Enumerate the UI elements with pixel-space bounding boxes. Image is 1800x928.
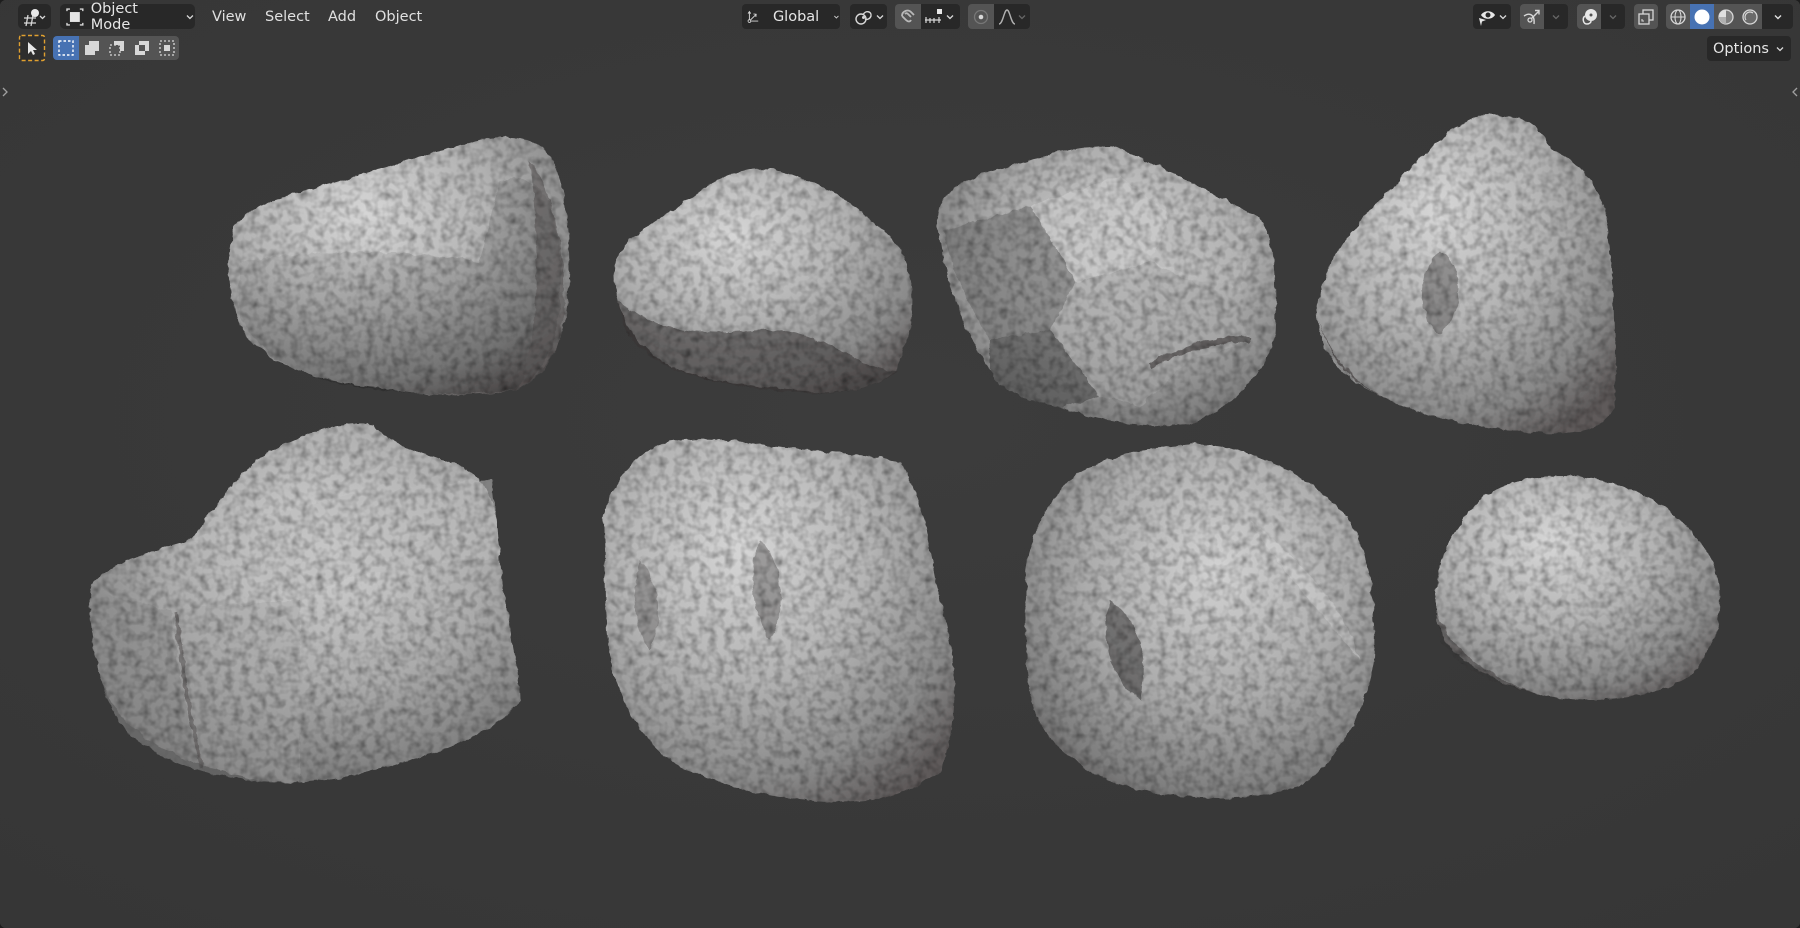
chevron-down-icon — [1776, 46, 1784, 51]
viewport-scene[interactable] — [0, 0, 1800, 928]
3d-viewport-icon — [23, 8, 45, 26]
options-label: Options — [1713, 40, 1769, 57]
shading-mode-group — [1666, 4, 1793, 29]
gizmo-dropdown[interactable] — [1544, 4, 1568, 29]
transform-orientation-dropdown[interactable]: Global — [742, 4, 840, 29]
chevron-left-icon — [1792, 87, 1798, 97]
snap-magnet-icon — [901, 9, 915, 22]
menu-select[interactable]: Select — [257, 4, 318, 29]
select-mode-extend[interactable] — [79, 36, 104, 60]
chevron-down-icon — [1018, 14, 1026, 19]
pivot-point-icon — [854, 10, 872, 25]
overlay-group — [1577, 4, 1625, 29]
mode-label: Object Mode — [90, 0, 138, 33]
overlay-dropdown[interactable] — [1601, 4, 1625, 29]
proportional-edit-icon — [973, 9, 989, 24]
selection-mode-group — [53, 36, 179, 60]
sidebar-region-toggle[interactable] — [1790, 82, 1800, 102]
solid-shading-icon — [1694, 9, 1710, 24]
proportional-group — [968, 4, 1030, 29]
shading-rendered-button[interactable] — [1738, 4, 1762, 29]
snap-group — [895, 4, 960, 29]
chevron-down-icon — [1552, 14, 1560, 19]
shading-solid-button[interactable] — [1690, 4, 1714, 29]
viewport-header: Object Mode View Select Add Object Globa… — [0, 0, 1800, 33]
menu-add[interactable]: Add — [320, 4, 364, 29]
active-tool-button[interactable] — [18, 34, 46, 62]
3d-viewport[interactable]: Object Mode View Select Add Object Globa… — [0, 0, 1800, 928]
rock-7[interactable] — [1025, 444, 1375, 799]
chevron-down-icon — [186, 14, 194, 19]
pivot-point-dropdown[interactable] — [850, 4, 887, 29]
proportional-edit-toggle[interactable] — [968, 4, 994, 29]
select-mode-new[interactable] — [53, 36, 79, 60]
chevron-down-icon — [834, 15, 839, 19]
select-subtract-icon — [108, 41, 124, 56]
select-mode-subtract[interactable] — [104, 36, 129, 60]
falloff-curve-icon — [998, 8, 1016, 25]
rendered-shading-icon — [1742, 8, 1758, 25]
material-preview-icon — [1718, 8, 1734, 25]
select-mode-intersect[interactable] — [154, 36, 179, 60]
wireframe-shading-icon — [1670, 8, 1686, 25]
select-intersect-icon — [158, 40, 175, 56]
chevron-down-icon — [1499, 14, 1507, 19]
chevron-right-icon — [2, 87, 8, 97]
chevron-down-icon — [946, 14, 954, 19]
orientation-label: Global — [772, 8, 820, 25]
gizmo-toggle[interactable] — [1520, 4, 1544, 29]
select-tool-icon — [18, 34, 46, 62]
xray-icon — [1638, 8, 1654, 25]
snap-increment-icon — [925, 8, 942, 23]
snap-toggle[interactable] — [895, 4, 921, 29]
snap-target-dropdown[interactable] — [921, 4, 960, 29]
menu-view[interactable]: View — [204, 4, 254, 29]
toolbar-region-toggle[interactable] — [0, 82, 10, 102]
shading-wireframe-button[interactable] — [1666, 4, 1690, 29]
editor-type-button[interactable] — [18, 4, 51, 29]
gizmo-icon — [1523, 9, 1540, 24]
overlay-toggle[interactable] — [1577, 4, 1601, 29]
xray-toggle[interactable] — [1634, 4, 1658, 29]
chevron-down-icon — [1609, 14, 1617, 19]
rock-6[interactable] — [603, 438, 955, 802]
falloff-dropdown[interactable] — [994, 4, 1030, 29]
selectability-visibility-icon — [1479, 10, 1495, 26]
select-extend-icon — [84, 41, 99, 55]
mode-dropdown[interactable]: Object Mode — [60, 1, 195, 33]
gizmo-group — [1520, 4, 1568, 29]
select-new-icon — [58, 40, 74, 56]
chevron-down-icon — [876, 14, 883, 19]
select-mode-invert[interactable] — [129, 36, 154, 60]
selectability-visibility-dropdown[interactable] — [1473, 4, 1511, 29]
object-mode-icon — [66, 7, 84, 26]
menu-object[interactable]: Object — [367, 4, 430, 29]
overlay-icon — [1582, 8, 1597, 25]
shading-options-dropdown[interactable] — [1762, 4, 1793, 29]
orientation-axes-icon — [747, 10, 759, 23]
shading-material-preview-button[interactable] — [1714, 4, 1738, 29]
select-invert-icon — [134, 41, 149, 55]
chevron-down-icon — [1774, 14, 1781, 19]
options-dropdown[interactable]: Options — [1707, 36, 1791, 61]
